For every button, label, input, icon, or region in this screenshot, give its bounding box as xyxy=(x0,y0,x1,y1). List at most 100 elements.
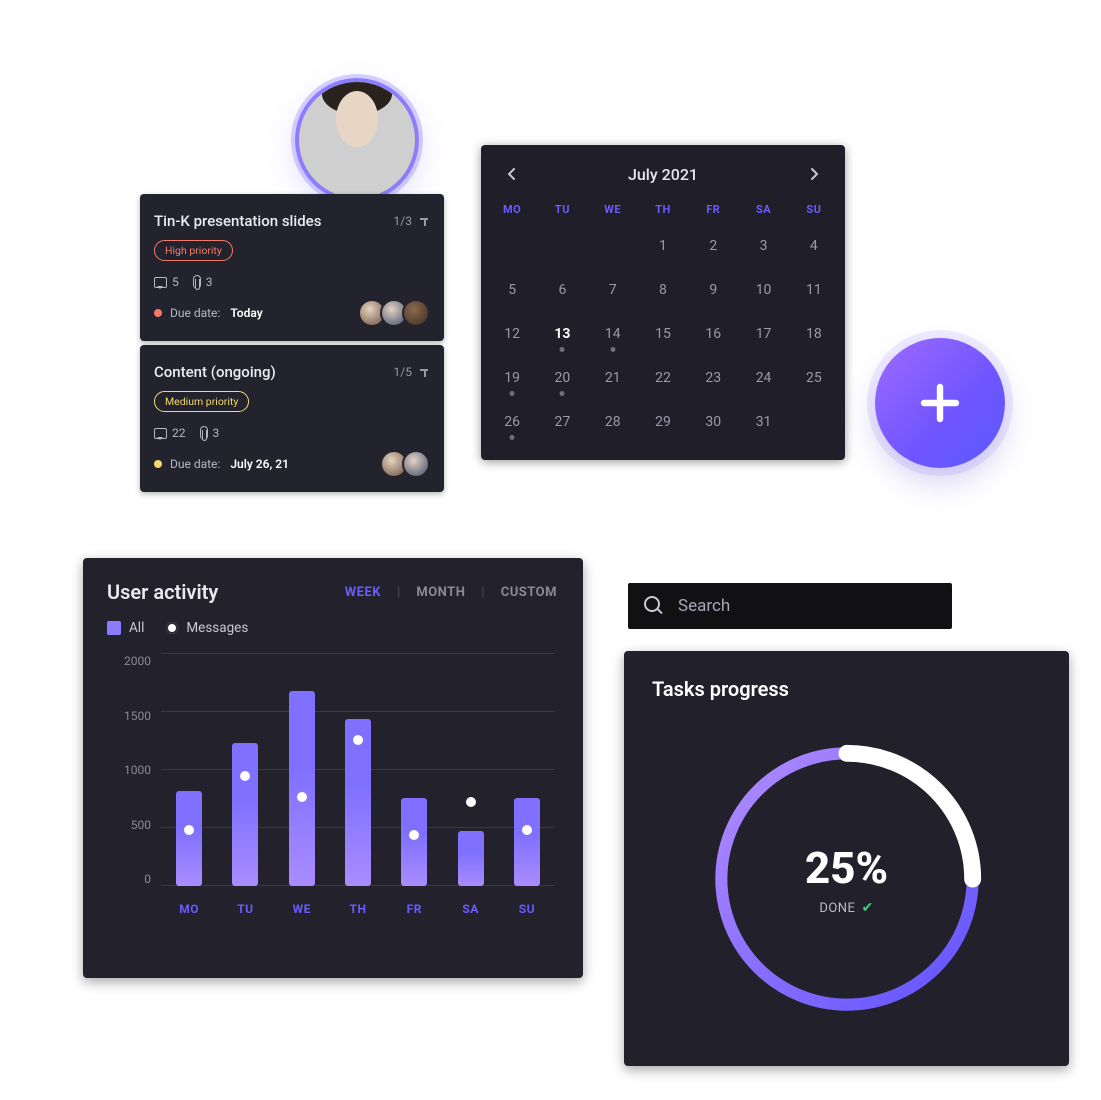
bar-su[interactable] xyxy=(499,654,555,886)
task-card[interactable]: Content (ongoing)1/5Medium priority223Du… xyxy=(140,345,444,492)
bar-we[interactable] xyxy=(274,654,330,886)
assignees[interactable] xyxy=(380,450,430,478)
calendar-day[interactable]: 14 xyxy=(588,314,638,358)
calendar-day[interactable]: 21 xyxy=(588,358,638,402)
plus-icon xyxy=(916,379,964,427)
y-tick: 1500 xyxy=(107,709,151,723)
x-tick: FR xyxy=(386,892,442,922)
avatar[interactable] xyxy=(295,78,419,202)
message-dot xyxy=(409,830,419,840)
calendar-dow: TH xyxy=(638,193,688,226)
calendar-day[interactable]: 6 xyxy=(537,270,587,314)
activity-chart: 2000150010005000 MOTUWETHFRSASU xyxy=(107,654,559,922)
y-tick: 1000 xyxy=(107,763,151,777)
bar-tu[interactable] xyxy=(217,654,273,886)
calendar-day[interactable]: 18 xyxy=(789,314,839,358)
legend-all[interactable]: All xyxy=(107,620,144,636)
calendar-day[interactable]: 24 xyxy=(738,358,788,402)
calendar-blank xyxy=(537,226,587,270)
calendar-day[interactable]: 5 xyxy=(487,270,537,314)
x-tick: SA xyxy=(442,892,498,922)
bar xyxy=(232,743,258,886)
subtask-count: 1/3 xyxy=(394,214,430,228)
comments-count[interactable]: 5 xyxy=(154,275,179,289)
comment-icon xyxy=(154,428,167,439)
x-tick: TU xyxy=(217,892,273,922)
calendar-day[interactable]: 30 xyxy=(688,402,738,446)
assignee-avatar[interactable] xyxy=(402,299,430,327)
search-placeholder: Search xyxy=(678,596,730,616)
calendar-day[interactable]: 16 xyxy=(688,314,738,358)
y-tick: 500 xyxy=(107,818,151,832)
due-date: Due date: July 26, 21 xyxy=(154,457,289,471)
y-tick: 2000 xyxy=(107,654,151,668)
subtask-icon xyxy=(418,215,430,227)
bar-mo[interactable] xyxy=(161,654,217,886)
bar-th[interactable] xyxy=(330,654,386,886)
tab-week[interactable]: WEEK xyxy=(343,585,383,600)
comments-count[interactable]: 22 xyxy=(154,426,186,440)
priority-pill: High priority xyxy=(154,240,233,261)
calendar-day[interactable]: 25 xyxy=(789,358,839,402)
user-activity-card: User activity WEEK| MONTH| CUSTOM All Me… xyxy=(83,558,583,978)
calendar-day[interactable]: 27 xyxy=(537,402,587,446)
bar-fr[interactable] xyxy=(386,654,442,886)
task-card[interactable]: Tin-K presentation slides 1/3 High priorit… xyxy=(140,194,444,341)
subtask-icon xyxy=(418,366,430,378)
task-cards: Tin-K presentation slides 1/3 High priorit… xyxy=(140,194,444,492)
calendar-day[interactable]: 29 xyxy=(638,402,688,446)
attachments-count[interactable]: 3 xyxy=(200,426,220,440)
calendar-day[interactable]: 1 xyxy=(638,226,688,270)
bar xyxy=(458,831,484,886)
message-dot xyxy=(522,825,532,835)
calendar-next-button[interactable] xyxy=(803,163,825,185)
calendar-day[interactable]: 11 xyxy=(789,270,839,314)
range-tabs: WEEK| MONTH| CUSTOM xyxy=(343,585,559,600)
calendar-dow: FR xyxy=(688,193,738,226)
calendar-blank xyxy=(588,226,638,270)
message-dot xyxy=(297,792,307,802)
calendar-day[interactable]: 20 xyxy=(537,358,587,402)
x-tick: SU xyxy=(499,892,555,922)
calendar-day[interactable]: 26 xyxy=(487,402,537,446)
event-dot xyxy=(610,347,615,352)
subtask-count: 1/5 xyxy=(394,365,430,379)
assignee-avatar[interactable] xyxy=(402,450,430,478)
task-title: Tin-K presentation slides xyxy=(154,212,321,230)
calendar-prev-button[interactable] xyxy=(501,163,523,185)
check-icon: ✔ xyxy=(861,900,873,916)
calendar-day[interactable]: 8 xyxy=(638,270,688,314)
calendar-day[interactable]: 19 xyxy=(487,358,537,402)
attachments-count[interactable]: 3 xyxy=(193,275,213,289)
calendar-day[interactable]: 7 xyxy=(588,270,638,314)
progress-done-label: DONE ✔ xyxy=(819,900,873,916)
calendar-day[interactable]: 15 xyxy=(638,314,688,358)
calendar-day[interactable]: 10 xyxy=(738,270,788,314)
calendar-day[interactable]: 23 xyxy=(688,358,738,402)
legend-messages-label: Messages xyxy=(186,620,248,636)
assignees[interactable] xyxy=(358,299,430,327)
calendar-day[interactable]: 3 xyxy=(738,226,788,270)
event-dot xyxy=(560,347,565,352)
calendar-dow: SU xyxy=(789,193,839,226)
bar-sa[interactable] xyxy=(442,654,498,886)
calendar-day[interactable]: 4 xyxy=(789,226,839,270)
calendar-day[interactable]: 22 xyxy=(638,358,688,402)
calendar-day[interactable]: 31 xyxy=(738,402,788,446)
x-tick: TH xyxy=(330,892,386,922)
calendar-day[interactable]: 13 xyxy=(537,314,587,358)
calendar-day[interactable]: 2 xyxy=(688,226,738,270)
x-tick: WE xyxy=(274,892,330,922)
calendar-day[interactable]: 9 xyxy=(688,270,738,314)
add-button[interactable] xyxy=(875,338,1005,468)
search-icon xyxy=(644,596,664,616)
legend-messages[interactable]: Messages xyxy=(166,620,248,636)
calendar-day[interactable]: 12 xyxy=(487,314,537,358)
calendar-day[interactable]: 17 xyxy=(738,314,788,358)
comment-icon xyxy=(154,277,167,288)
calendar-day[interactable]: 28 xyxy=(588,402,638,446)
tab-custom[interactable]: CUSTOM xyxy=(499,585,559,600)
search-input[interactable]: Search xyxy=(628,583,952,629)
legend-all-label: All xyxy=(129,620,144,636)
tab-month[interactable]: MONTH xyxy=(414,585,467,600)
